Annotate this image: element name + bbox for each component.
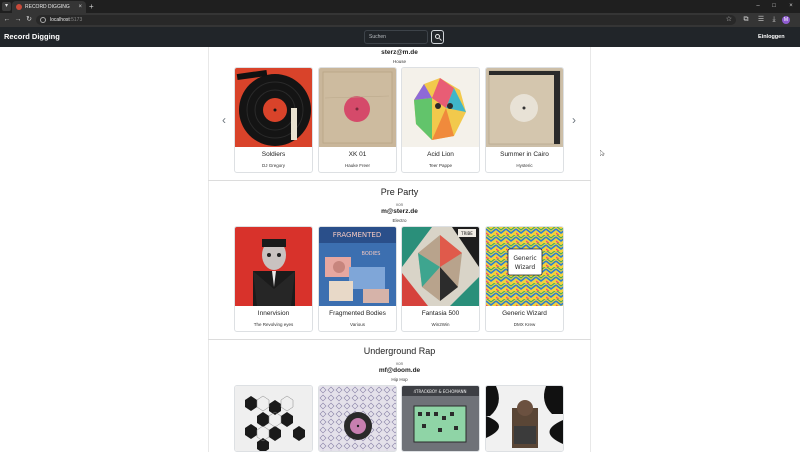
- record-card[interactable]: [234, 385, 313, 452]
- forward-icon[interactable]: →: [13, 15, 23, 25]
- tab-search-menu-icon[interactable]: ▾: [2, 2, 11, 11]
- list-genre: Hip Hop: [391, 377, 408, 382]
- list-genre: Electro: [392, 218, 407, 223]
- record-title: Fantasia 500: [421, 310, 460, 317]
- record-favicon-icon: [16, 4, 22, 10]
- record-cover-soldiers: [235, 68, 312, 147]
- window-close-icon[interactable]: ×: [785, 2, 797, 11]
- record-artist: Hysteric: [516, 163, 533, 168]
- record-cover-zebra: [486, 386, 563, 451]
- svg-text:Wizard: Wizard: [515, 264, 536, 271]
- section-divider: [208, 339, 591, 340]
- record-card[interactable]: Acid Lion Teer Pappe: [401, 67, 480, 173]
- record-card[interactable]: XK 01 Hauke Freer: [318, 67, 397, 173]
- svg-text:TRIBE: TRIBE: [460, 231, 473, 236]
- record-title: Acid Lion: [427, 151, 454, 158]
- record-cover-fragmented-bodies: FRAGMENTED BODIES: [319, 227, 396, 306]
- record-title: Soldiers: [261, 151, 286, 158]
- browser-tabstrip: ▾ RECORD DIGGING × + – □ ×: [0, 0, 800, 13]
- bookmark-star-icon[interactable]: ☆: [726, 15, 732, 25]
- record-title: XK 01: [348, 151, 367, 158]
- record-artist: Teer Pappe: [428, 163, 453, 168]
- login-button[interactable]: Einloggen: [758, 30, 785, 44]
- carousel-prev-icon[interactable]: ‹: [219, 113, 229, 127]
- minimize-icon[interactable]: –: [752, 2, 764, 11]
- downloads-icon[interactable]: ⤓: [769, 15, 779, 25]
- list-owner[interactable]: sterz@m.de: [208, 49, 591, 56]
- list-title[interactable]: Pre Party: [208, 187, 591, 197]
- record-card[interactable]: Soldiers DJ Gregory: [234, 67, 313, 173]
- list-by-label: von: [395, 361, 404, 366]
- record-card[interactable]: [318, 385, 397, 452]
- list-owner[interactable]: m@sterz.de: [208, 208, 591, 215]
- record-cover-xk01: [319, 68, 396, 147]
- record-title: Summer in Cairo: [500, 151, 549, 158]
- list-title[interactable]: Underground Rap: [208, 346, 591, 356]
- svg-text:4TRACKBOY & ECHOMANN: 4TRACKBOY & ECHOMANN: [413, 389, 466, 394]
- profile-avatar[interactable]: M: [782, 16, 790, 24]
- list-genre: House: [392, 59, 406, 64]
- record-artist: Various: [350, 322, 365, 327]
- carousel-next-icon[interactable]: ›: [569, 113, 579, 127]
- svg-text:Generic: Generic: [513, 255, 536, 262]
- browser-tab-record-digging[interactable]: RECORD DIGGING ×: [12, 1, 86, 13]
- main-content: sterz@m.de House ‹ › Soldiers DJ Gregory: [0, 47, 800, 452]
- record-cover-summer-in-cairo: [486, 68, 563, 147]
- record-cover-acid-lion: [402, 68, 479, 147]
- record-cover-generic-wizard: Generic Wizard: [486, 227, 563, 306]
- record-artist: DJ Gregory: [261, 163, 285, 168]
- tab-title: RECORD DIGGING: [25, 4, 70, 10]
- record-title: Innervision: [257, 310, 290, 317]
- reload-icon[interactable]: ↻: [24, 15, 34, 25]
- record-card[interactable]: 4TRACKBOY & ECHOMANN: [401, 385, 480, 452]
- address-bar[interactable]: localhost:5173 ☆: [36, 15, 736, 25]
- record-cover-diamond-pattern: [319, 386, 396, 451]
- back-icon[interactable]: ←: [2, 15, 12, 25]
- record-artist: Hauke Freer: [344, 163, 370, 168]
- record-title: Fragmented Bodies: [329, 310, 386, 317]
- record-card[interactable]: Summer in Cairo Hysteric: [485, 67, 564, 173]
- svg-text:FRAGMENTED: FRAGMENTED: [333, 231, 381, 239]
- record-card[interactable]: Generic Wizard Generic Wizard DMX Krew: [485, 226, 564, 332]
- record-artist: DMX Krew: [513, 322, 536, 327]
- record-artist: The Revolving eyes: [253, 322, 294, 327]
- record-card[interactable]: TRIBE Fantasia 500 Win2Win: [401, 226, 480, 332]
- search-button[interactable]: [431, 30, 444, 44]
- svg-text:BODIES: BODIES: [362, 251, 381, 257]
- record-title: Generic Wizard: [502, 310, 547, 317]
- maximize-icon[interactable]: □: [768, 2, 780, 11]
- app-navbar: Record Digging Einloggen: [0, 27, 800, 47]
- search-input[interactable]: [364, 30, 428, 44]
- section-divider: [208, 180, 591, 181]
- record-card[interactable]: [485, 385, 564, 452]
- list-owner[interactable]: mf@doom.de: [208, 367, 591, 374]
- record-artist: Win2Win: [431, 322, 450, 327]
- site-info-icon[interactable]: [40, 17, 46, 23]
- extensions-icon[interactable]: ⧉: [741, 15, 751, 25]
- record-cover-fantasia-500: TRIBE: [402, 227, 479, 306]
- record-card[interactable]: FRAGMENTED BODIES Fragmented Bodies Vari…: [318, 226, 397, 332]
- mouse-cursor-icon: [600, 150, 605, 156]
- url-text: localhost:5173: [50, 17, 83, 23]
- new-tab-icon[interactable]: +: [89, 2, 94, 11]
- record-card[interactable]: Innervision The Revolving eyes: [234, 226, 313, 332]
- record-cover-4trackboy: 4TRACKBOY & ECHOMANN: [402, 386, 479, 451]
- tab-close-icon[interactable]: ×: [78, 3, 82, 11]
- media-icon[interactable]: ☰: [756, 15, 766, 25]
- record-cover-hex-pattern: [235, 386, 312, 451]
- list-by-label: von: [395, 202, 404, 207]
- browser-toolbar: ← → ↻ localhost:5173 ☆ ⧉ ☰ ⤓ M: [0, 13, 800, 27]
- record-cover-innervision: [235, 227, 312, 306]
- brand-link[interactable]: Record Digging: [4, 30, 60, 44]
